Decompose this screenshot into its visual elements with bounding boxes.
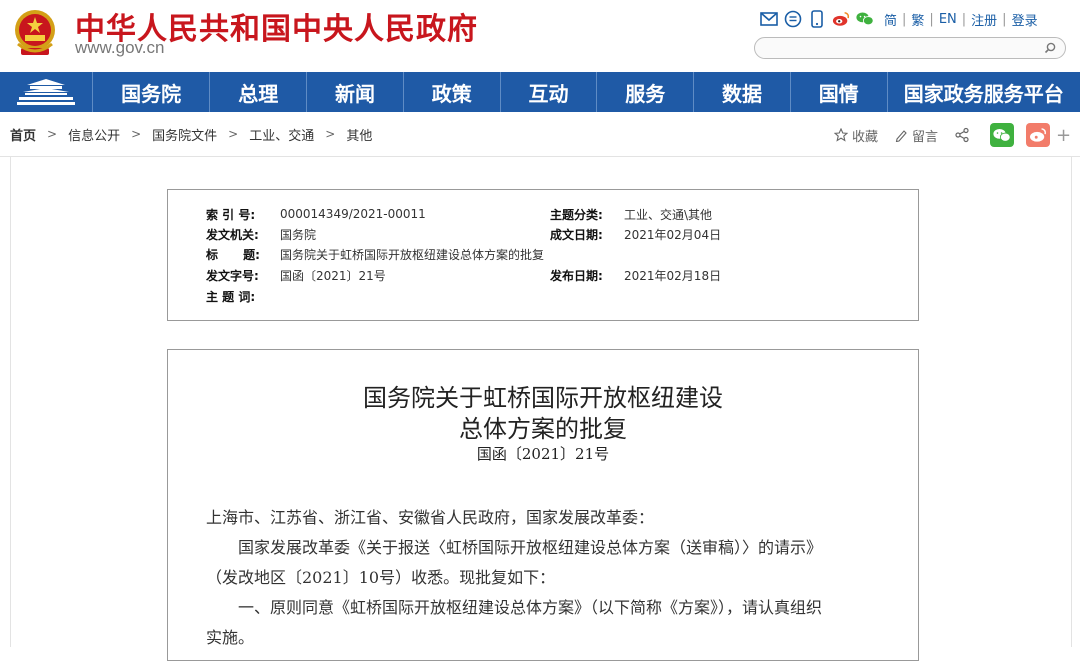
main-nav: 国务院 总理 新闻 政策 互动 服务 数据 国情 国家政务服务平台 <box>0 72 1080 112</box>
separator: | <box>1002 11 1007 27</box>
chevron-right-icon: > <box>325 127 336 141</box>
plus-icon[interactable]: + <box>1056 125 1071 146</box>
nav-item-gov-service-platform[interactable]: 国家政务服务平台 <box>886 72 1080 112</box>
document-body: 国务院关于虹桥国际开放枢纽建设 总体方案的批复 国函〔2021〕21号 上海市、… <box>167 349 919 661</box>
weibo-icon <box>1030 128 1046 142</box>
share-icon <box>955 127 969 143</box>
title-value: 国务院关于虹桥国际开放枢纽建设总体方案的批复 <box>280 247 545 262</box>
keywords-label: 主 题 词: <box>206 289 256 304</box>
top-links: 简 | 繁 | EN | 注册 | 登录 <box>760 8 1042 30</box>
search-input[interactable] <box>765 39 1039 59</box>
category-label: 主题分类: <box>550 207 603 222</box>
document-metadata: 索 引 号: 000014349/2021-00011 主题分类: 工业、交通\… <box>167 189 919 321</box>
nav-item-data[interactable]: 数据 <box>693 72 790 112</box>
share-wechat-button[interactable] <box>990 123 1015 147</box>
document-paragraph: （发改地区〔2021〕10号）收悉。现批复如下： <box>206 568 556 587</box>
login-link[interactable]: 登录 <box>1012 10 1038 29</box>
written-date-label: 成文日期: <box>550 227 603 242</box>
weibo-icon[interactable] <box>832 10 850 28</box>
site-domain: www.gov.cn <box>75 38 165 57</box>
search-box <box>754 37 1066 59</box>
page-tools: 收藏 留言 + <box>834 122 1071 148</box>
index-label: 索 引 号: <box>206 207 256 222</box>
published-date-label: 发布日期: <box>550 268 603 283</box>
mobile-icon[interactable] <box>808 10 826 28</box>
title-label: 标 题: <box>206 247 260 262</box>
doc-number-label: 发文字号: <box>206 268 259 283</box>
written-date-value: 2021年02月04日 <box>624 227 722 242</box>
document-paragraph: 一、原则同意《虹桥国际开放枢纽建设总体方案》（以下简称《方案》），请认真组织 <box>206 598 823 617</box>
comment-label: 留言 <box>912 129 939 145</box>
site-header: 中华人民共和国中央人民政府 www.gov.cn 简 | 繁 | EN | 注册… <box>0 0 1080 72</box>
register-link[interactable]: 注册 <box>971 10 997 29</box>
doc-number-value: 国函〔2021〕21号 <box>280 268 386 283</box>
document-paragraph: 上海市、江苏省、浙江省、安徽省人民政府，国家发展改革委： <box>206 508 655 527</box>
breadcrumb-item[interactable]: 其他 <box>346 125 372 144</box>
breadcrumb: 首页 > 信息公开 > 国务院文件 > 工业、交通 > 其他 <box>10 124 372 144</box>
tiananmen-icon <box>16 79 75 105</box>
chevron-right-icon: > <box>131 127 142 141</box>
wechat-icon <box>993 128 1011 142</box>
breadcrumb-item[interactable]: 工业、交通 <box>249 125 314 144</box>
search-icon[interactable] <box>1041 39 1059 57</box>
document-title-line: 总体方案的批复 <box>459 415 627 443</box>
chevron-right-icon: > <box>228 127 239 141</box>
star-icon <box>834 128 848 142</box>
mail-icon[interactable] <box>760 10 778 28</box>
traditional-chinese-link[interactable]: 繁 <box>911 10 924 29</box>
document-title-line: 国务院关于虹桥国际开放枢纽建设 <box>363 384 723 412</box>
nav-item-services[interactable]: 服务 <box>596 72 693 112</box>
favorite-label: 收藏 <box>852 129 879 145</box>
nav-item-premier[interactable]: 总理 <box>209 72 306 112</box>
nav-home-button[interactable] <box>0 72 92 112</box>
breadcrumb-item[interactable]: 国务院文件 <box>152 125 217 144</box>
message-icon[interactable] <box>784 10 802 28</box>
share-weibo-button[interactable] <box>1026 123 1051 147</box>
breadcrumb-item[interactable]: 首页 <box>10 125 36 144</box>
document-paragraph: 国家发展改革委《关于报送〈虹桥国际开放枢纽建设总体方案（送审稿）〉的请示》 <box>206 538 823 557</box>
simplified-chinese-link[interactable]: 简 <box>884 10 897 29</box>
wechat-icon[interactable] <box>856 10 874 28</box>
pen-icon <box>895 130 907 142</box>
favorite-button[interactable]: 收藏 <box>834 126 878 145</box>
nav-item-national-profile[interactable]: 国情 <box>789 72 887 112</box>
document-paragraph: 实施。 <box>206 628 255 647</box>
comment-button[interactable]: 留言 <box>894 126 938 145</box>
nav-item-interaction[interactable]: 互动 <box>499 72 597 112</box>
breadcrumb-item[interactable]: 信息公开 <box>68 125 120 144</box>
national-emblem-icon[interactable] <box>12 8 58 60</box>
nav-item-state-council[interactable]: 国务院 <box>91 72 210 112</box>
chevron-right-icon: > <box>47 127 58 141</box>
share-button[interactable] <box>954 127 974 143</box>
nav-item-policy[interactable]: 政策 <box>402 72 500 112</box>
separator: | <box>961 11 967 27</box>
nav-item-news[interactable]: 新闻 <box>306 72 403 112</box>
document-number: 国函〔2021〕21号 <box>476 445 610 463</box>
separator: | <box>929 11 934 27</box>
published-date-value: 2021年02月18日 <box>624 268 722 283</box>
category-value: 工业、交通\其他 <box>624 207 713 222</box>
issuer-label: 发文机关: <box>206 227 259 242</box>
separator: | <box>902 11 907 27</box>
english-link[interactable]: EN <box>939 12 957 27</box>
issuer-value: 国务院 <box>280 227 317 242</box>
index-value: 000014349/2021-00011 <box>280 207 426 221</box>
